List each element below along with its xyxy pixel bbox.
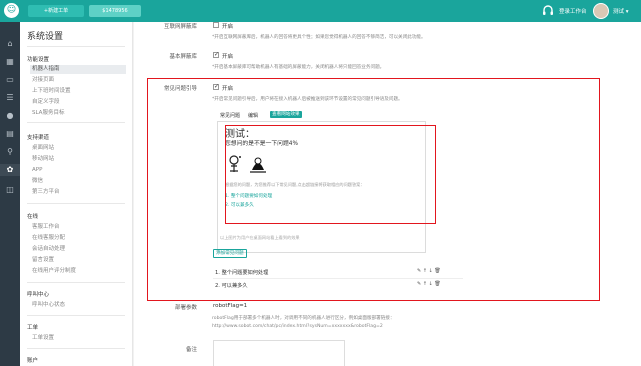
deploy-param-value: robotFlag=1 — [213, 303, 248, 309]
top-bar: ☺ +新建工单 $1478956 登录工作台 测试 ▾ — [0, 0, 641, 22]
row-label-faq-guide: 常见问题引导 — [163, 86, 197, 92]
section-online: 在线 — [27, 214, 39, 220]
sidebar-item-rating[interactable]: 在线用户评分制度 — [30, 267, 126, 276]
row-label-internet-filter: 互联网屏蔽库 — [163, 24, 197, 30]
remark-textarea[interactable] — [213, 340, 345, 366]
divider — [27, 282, 125, 283]
section-function: 功能设置 — [27, 57, 50, 63]
sidebar-item-auto-process[interactable]: 会话自动处理 — [30, 245, 126, 254]
list-icon[interactable]: ☰ — [4, 92, 16, 104]
divider — [27, 122, 125, 123]
sidebar-title: 系统设置 — [27, 32, 64, 42]
sidebar-item-workbench[interactable]: 客服工作台 — [30, 223, 126, 232]
hint-text: *开启常见问题引导后，用户将在接入机器人后被推送到该环节设置的常见问题引导语及问… — [212, 97, 403, 102]
faq-guide-checkbox[interactable] — [213, 83, 219, 90]
row-label-basic-filter: 基本屏蔽库 — [169, 54, 197, 60]
new-ticket-tab[interactable]: +新建工单 — [28, 5, 84, 17]
search-icon[interactable]: ⚲ — [4, 146, 16, 158]
divider — [27, 46, 125, 47]
sidebar-item-mobile[interactable]: 移动网站 — [30, 155, 126, 164]
hint-text: *开启互联网屏蔽库后，机器人的回答将更具个性；如果您觉得机器人的回答不够简洁，可… — [212, 35, 426, 40]
faq-item-actions[interactable]: ✎ ↑ ↓ 🗑 — [417, 268, 441, 274]
sidebar-item-call-status[interactable]: 呼叫中心状态 — [30, 301, 126, 310]
chat-icon[interactable]: ▭ — [4, 74, 16, 86]
home-icon[interactable]: ⌂ — [4, 38, 16, 50]
user-icon[interactable]: ● — [4, 110, 16, 122]
view-website-effect-button[interactable]: 查看网站效果 — [270, 111, 302, 118]
faq-item: 1. 整个问题要如何处理 — [215, 270, 269, 276]
sidebar-item-third-party[interactable]: 第三方平台 — [30, 188, 126, 197]
workspace-link[interactable]: 登录工作台 — [559, 7, 587, 15]
row-label-deploy-params: 部署参数 — [174, 305, 197, 311]
basic-filter-checkbox[interactable] — [213, 51, 219, 58]
divider — [213, 278, 463, 279]
username-menu[interactable]: 测试 ▾ — [613, 7, 629, 15]
sidebar-item-custom-fields[interactable]: 自定义字段 — [30, 98, 126, 107]
section-account: 账户 — [27, 358, 39, 364]
sidebar-item-schedule[interactable]: 上下班时间设置 — [30, 87, 126, 96]
settings-main: 互联网屏蔽库 开启 *开启互联网屏蔽库后，机器人的回答将更具个性；如果您觉得机器… — [134, 22, 641, 366]
section-ticket: 工单 — [27, 325, 39, 331]
internet-filter-checkbox[interactable] — [213, 22, 219, 28]
gear-icon[interactable]: ✿ — [0, 164, 20, 176]
hint-text: robotFlag用于部署多个机器人时，对调用不同的机器人进行区分，例如桌面版部… — [212, 316, 395, 321]
sidebar-item-wechat[interactable]: 微信 — [30, 177, 126, 186]
checkbox-label: 开启 — [222, 54, 234, 60]
settings-sidebar: 系统设置 功能设置 机器人指南 对接页面 上下班时间设置 自定义字段 SLA服务… — [20, 22, 133, 366]
grid-icon[interactable]: ▦ — [4, 56, 16, 68]
section-call-center: 呼叫中心 — [27, 292, 50, 298]
checkbox-label: 开启 — [222, 24, 234, 30]
hint-text: *开启基本屏蔽库可帮助机器人有基础的屏蔽能力，关闭机器人将只能回答业务问题。 — [212, 65, 385, 70]
sidebar-item-robot-guide[interactable]: 机器人指南 — [30, 65, 126, 74]
icon-rail: ⌂ ▦ ▭ ☰ ● ▤ ⚲ ✿ ◫ — [0, 22, 20, 366]
tab-edit[interactable]: 编辑 — [248, 112, 258, 119]
sidebar-item-ticket-settings[interactable]: 工单设置 — [30, 334, 126, 343]
sidebar-item-sla[interactable]: SLA服务目标 — [30, 109, 126, 118]
sidebar-item-assignment[interactable]: 在线客服分配 — [30, 234, 126, 243]
divider — [27, 348, 125, 349]
preview-highlight — [225, 125, 436, 224]
stats-icon[interactable]: ▤ — [4, 128, 16, 140]
avatar[interactable] — [593, 3, 609, 19]
divider — [27, 315, 125, 316]
add-faq-button[interactable]: 添加常见问题 — [213, 249, 247, 258]
checkbox-label: 开启 — [222, 86, 234, 92]
app-logo[interactable]: ☺ — [4, 3, 19, 18]
divider — [27, 203, 125, 204]
sidebar-item-desktop[interactable]: 桌面网站 — [30, 144, 126, 153]
report-icon[interactable]: ◫ — [4, 184, 16, 196]
tab-faq[interactable]: 常见问题 — [220, 112, 240, 119]
sidebar-item-app[interactable]: APP — [30, 166, 126, 175]
sidebar-item-message[interactable]: 留言设置 — [30, 256, 126, 265]
row-label-remark: 备注 — [185, 347, 197, 353]
sidebar-item-page[interactable]: 对接页面 — [30, 76, 126, 85]
headset-icon[interactable] — [541, 4, 555, 18]
ticket-number-tab[interactable]: $1478956 — [89, 5, 141, 17]
preview-caption: 以上图片为用户在桌面网站看上看到的效果 — [220, 235, 300, 240]
section-channels: 支持渠道 — [27, 135, 50, 141]
deploy-example-url: http://www.sobot.com/chat/pc/index.html?… — [212, 324, 383, 329]
faq-item: 2. 可以兼多久 — [215, 283, 248, 289]
faq-item-actions[interactable]: ✎ ↑ ↓ 🗑 — [417, 281, 441, 287]
